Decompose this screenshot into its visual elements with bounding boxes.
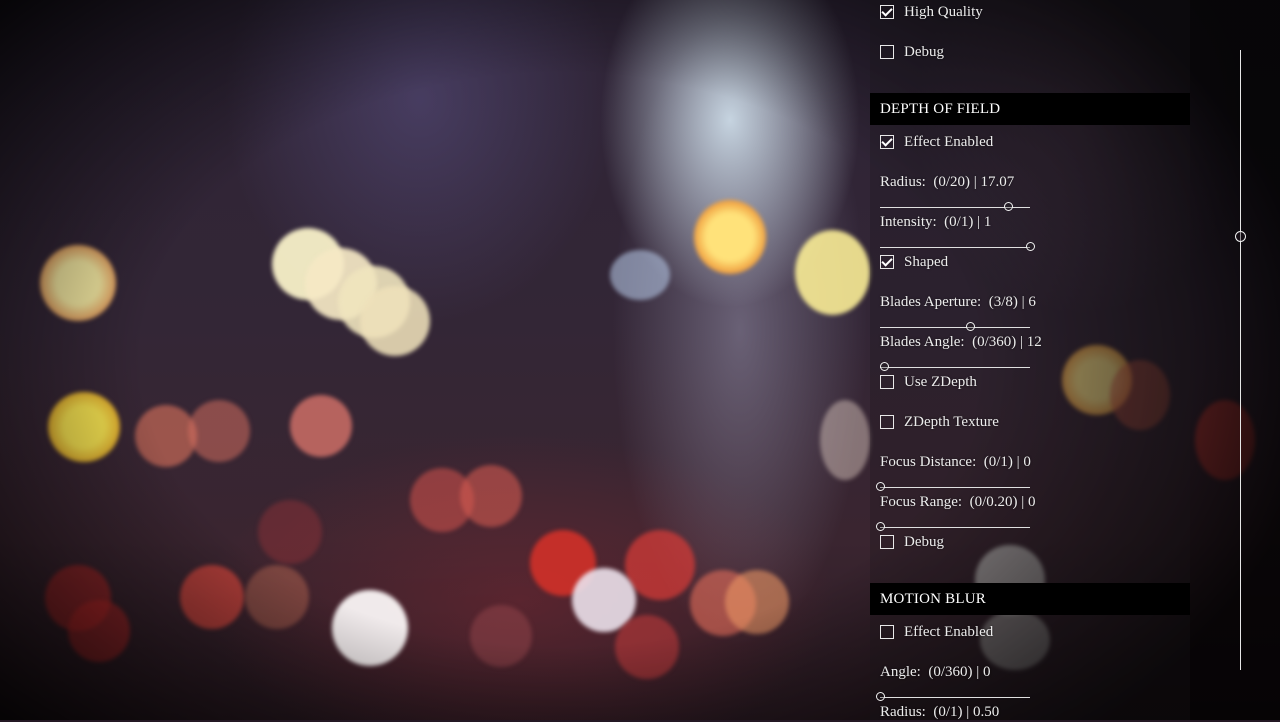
dof-intensity-slider-label: Intensity: (0/1) | 1: [880, 214, 992, 230]
dof-use-zdepth-checkbox[interactable]: [880, 375, 894, 389]
dof-zdepth-texture-checkbox[interactable]: [880, 415, 894, 429]
mb-radius-slider-label: Radius: (0/1) | 0.50: [880, 704, 1000, 720]
dof-blades-angle-slider-handle[interactable]: [880, 362, 890, 371]
dof-zdepth-texture-label: ZDepth Texture: [904, 414, 999, 430]
debug-checkbox[interactable]: [880, 45, 894, 59]
mb-angle-slider-track[interactable]: [880, 697, 1030, 698]
dof-focus-range-slider-handle[interactable]: [875, 522, 885, 531]
dof-debug-checkbox[interactable]: [880, 535, 894, 549]
dof-shaped-checkbox[interactable]: [880, 255, 894, 269]
mb-angle-slider-label: Angle: (0/360) | 0: [880, 664, 991, 680]
dof-effect-enabled-label: Effect Enabled: [904, 134, 994, 150]
dof-intensity-slider-handle[interactable]: [1025, 242, 1035, 251]
dof-use-zdepth-label: Use ZDepth: [904, 374, 977, 390]
motion-blur-header: MOTION BLUR: [870, 583, 1190, 615]
dof-effect-enabled-checkbox[interactable]: [880, 135, 894, 149]
dof-debug-label: Debug: [904, 534, 944, 550]
mb-effect-enabled-checkbox[interactable]: [880, 625, 894, 639]
panel-scrollbar-track[interactable]: [1240, 50, 1241, 670]
high-quality-label: High Quality: [904, 4, 983, 20]
dof-blades-aperture-slider-label: Blades Aperture: (3/8) | 6: [880, 294, 1036, 310]
dof-intensity-slider-track[interactable]: [880, 247, 1030, 248]
dof-focus-range-slider-track[interactable]: [880, 527, 1030, 528]
high-quality-checkbox[interactable]: [880, 5, 894, 19]
dof-blades-angle-slider-label: Blades Angle: (0/360) | 12: [880, 334, 1042, 350]
debug-label: Debug: [904, 44, 944, 60]
dof-radius-slider-handle[interactable]: [1003, 202, 1013, 211]
mb-angle-slider-handle[interactable]: [875, 692, 885, 701]
mb-effect-enabled-label: Effect Enabled: [904, 624, 994, 640]
dof-blades-angle-slider-track[interactable]: [880, 367, 1030, 368]
effects-settings-panel: High Quality Debug DEPTH OF FIELD Effect…: [870, 0, 1190, 720]
dof-shaped-label: Shaped: [904, 254, 949, 270]
dof-blades-aperture-slider-handle[interactable]: [965, 322, 975, 331]
dof-focus-distance-slider-handle[interactable]: [875, 482, 885, 491]
dof-blades-aperture-slider-track[interactable]: [880, 327, 1030, 328]
depth-of-field-header: DEPTH OF FIELD: [870, 93, 1190, 125]
dof-focus-distance-slider-track[interactable]: [880, 487, 1030, 488]
dof-radius-slider-label: Radius: (0/20) | 17.07: [880, 174, 1015, 190]
panel-scrollbar-thumb[interactable]: [1235, 231, 1246, 242]
dof-focus-range-slider-label: Focus Range: (0/0.20) | 0: [880, 494, 1036, 510]
dof-focus-distance-slider-label: Focus Distance: (0/1) | 0: [880, 454, 1031, 470]
